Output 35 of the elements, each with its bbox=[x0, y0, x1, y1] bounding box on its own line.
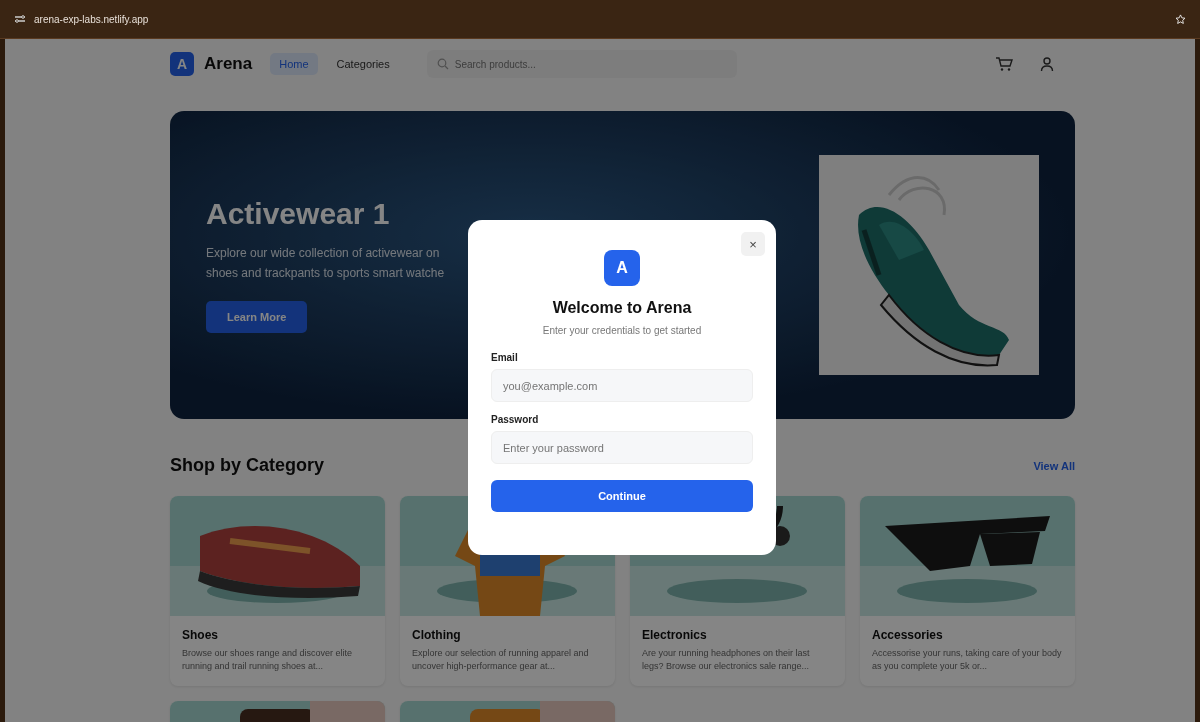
dialog-subtitle: Enter your credentials to get started bbox=[542, 325, 702, 336]
category-title: Clothing bbox=[412, 628, 462, 642]
field-label: Email bbox=[491, 352, 519, 363]
dialog-title: Welcome to Arena bbox=[552, 299, 692, 317]
category-description: Are your running headphones on their last legs? Browse our electronics sale range... bbox=[642, 647, 811, 673]
cart-icon[interactable] bbox=[995, 56, 1013, 72]
logo[interactable]: A bbox=[170, 52, 194, 76]
input-field[interactable]: you@example.com bbox=[491, 369, 753, 402]
user-icon[interactable] bbox=[1039, 56, 1055, 72]
site-settings-icon[interactable] bbox=[14, 14, 26, 24]
field-label: Password bbox=[491, 414, 540, 425]
learn-more-button[interactable]: Learn More bbox=[206, 301, 308, 333]
star-icon[interactable] bbox=[1175, 13, 1186, 25]
category-title: Electronics bbox=[642, 628, 708, 642]
nav-link[interactable]: Categories bbox=[327, 53, 399, 75]
category-description: Explore our selection of running apparel and uncover high-performance gear at... bbox=[412, 647, 590, 673]
close-button[interactable]: × bbox=[741, 232, 765, 256]
address-text[interactable]: arena-exp-labs.netlify.app bbox=[34, 13, 149, 25]
input-field[interactable]: Enter your password bbox=[491, 431, 753, 464]
view-all-link[interactable]: View All bbox=[1033, 459, 1075, 472]
category-description: Browse our shoes range and discover elite running and trail running shoes at... bbox=[182, 647, 354, 673]
nav-link[interactable]: Home bbox=[270, 53, 318, 75]
hero-description: Explore our wide collection of activewear on bbox=[206, 245, 441, 262]
hero-description: shoes and trackpants to sports smart watche bbox=[206, 265, 445, 282]
logo: A bbox=[604, 250, 640, 286]
hero-title: Activewear 1 bbox=[206, 197, 391, 231]
category-title: Shoes bbox=[182, 628, 219, 642]
brand-name[interactable]: Arena bbox=[204, 54, 253, 74]
category-card[interactable]: Accessories Accessorise your runs, taking care of your body as you complete your 5k or... bbox=[860, 496, 1075, 686]
continue-button[interactable]: Continue bbox=[491, 480, 753, 512]
category-card[interactable]: Shoes Browse our shoes range and discover elite running and trail running shoes at... bbox=[170, 496, 385, 686]
search-field[interactable]: Search products... bbox=[426, 50, 737, 78]
category-title: Accessories bbox=[872, 628, 944, 642]
section-title: Shop by Category bbox=[170, 455, 325, 476]
category-description: Accessorise your runs, taking care of your body as you complete your 5k or... bbox=[872, 647, 1063, 673]
